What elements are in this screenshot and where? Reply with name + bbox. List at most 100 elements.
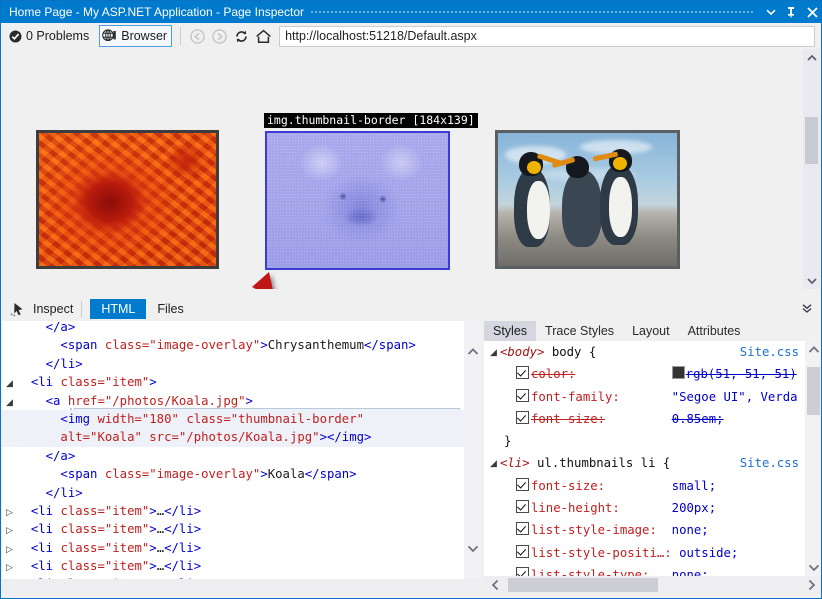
chevron-up-icon[interactable] [464, 343, 481, 360]
style-declaration[interactable]: font-size: small; [484, 475, 805, 497]
html-tree-pane[interactable]: </a> <span class="image-overlay">Chrysan… [2, 321, 464, 579]
style-declaration[interactable]: list-style-image: none; [484, 519, 805, 541]
html-source-line[interactable]: ▷ <li class="item">…</li> [2, 539, 464, 557]
declaration-value[interactable]: none; [672, 523, 709, 537]
html-source-line[interactable]: </a> [2, 447, 464, 465]
twisty-expanded-icon[interactable]: ◢ [490, 452, 500, 474]
chevron-up-icon[interactable] [805, 341, 822, 358]
declaration-checkbox[interactable] [516, 567, 529, 576]
declaration-value[interactable]: rgb(51, 51, 51) [686, 367, 797, 381]
tab-html[interactable]: HTML [90, 299, 146, 319]
pane-splitter[interactable] [2, 289, 822, 297]
tab-layout[interactable]: Layout [623, 321, 679, 341]
html-source-line[interactable]: ▷ <li class="item">…</li> [2, 557, 464, 575]
problems-button[interactable]: 0 Problems [5, 26, 93, 46]
scrollbar-thumb[interactable] [807, 367, 820, 415]
tab-attributes[interactable]: Attributes [679, 321, 750, 341]
declaration-value[interactable]: 0.85em; [672, 412, 724, 426]
declaration-checkbox[interactable] [516, 545, 529, 558]
style-declaration[interactable]: font-size: 0.85em; [484, 408, 805, 430]
style-rule-close: } [484, 430, 805, 452]
declaration-property: list-style-positi…: [531, 546, 672, 560]
html-source-line[interactable]: <span class="image-overlay">Chrysanthemu… [2, 336, 464, 354]
twisty-collapsed-icon[interactable]: ▷ [6, 503, 16, 521]
scrollbar-thumb[interactable] [805, 117, 818, 164]
html-source-line[interactable]: <img width="180" class="thumbnail-border… [2, 410, 464, 428]
declaration-value[interactable]: small; [672, 479, 716, 493]
html-source-line[interactable]: ◢ <a href="/photos/Koala.jpg"> [2, 392, 464, 410]
chevron-right-icon[interactable] [800, 576, 822, 594]
style-declaration[interactable]: font-family: "Segoe UI", Verda [484, 386, 805, 408]
browser-button[interactable]: Browser [99, 25, 172, 47]
chevron-up-icon[interactable] [803, 49, 820, 66]
refresh-icon[interactable] [231, 26, 251, 46]
declaration-value[interactable]: "Segoe UI", Verda [672, 390, 798, 404]
color-swatch[interactable] [672, 366, 685, 379]
address-bar-value: http://localhost:51218/Default.aspx [285, 29, 477, 43]
chevron-down-icon[interactable] [464, 540, 481, 557]
style-source-link[interactable]: Site.css [740, 341, 799, 363]
check-circle-icon [9, 30, 22, 43]
declaration-value[interactable]: none; [672, 568, 709, 576]
declaration-property: font-size: [531, 479, 605, 493]
twisty-collapsed-icon[interactable]: ▷ [6, 558, 16, 576]
chevron-down-icon[interactable] [803, 272, 820, 289]
declaration-value[interactable]: 200px; [672, 501, 716, 515]
scrollbar-thumb[interactable] [508, 578, 658, 592]
chevron-down-icon[interactable] [761, 1, 781, 23]
html-vertical-scrollbar[interactable] [464, 321, 481, 579]
html-source-line[interactable]: ▷ <li class="item">…</li> [2, 502, 464, 520]
chevron-down-icon[interactable] [805, 559, 822, 576]
style-declaration[interactable]: list-style-positi…: outside; [484, 542, 805, 564]
inspect-button[interactable]: Inspect [2, 302, 73, 317]
declaration-checkbox[interactable] [516, 411, 529, 424]
tab-files[interactable]: Files [146, 299, 194, 319]
tab-styles[interactable]: Styles [484, 321, 536, 341]
style-declaration[interactable]: line-height: 200px; [484, 497, 805, 519]
style-source-link[interactable]: Site.css [740, 452, 799, 474]
chrysanthemum-image [39, 133, 216, 266]
style-declaration[interactable]: color: rgb(51, 51, 51) [484, 363, 805, 385]
pin-icon[interactable] [781, 1, 801, 23]
address-bar[interactable]: http://localhost:51218/Default.aspx [279, 26, 815, 47]
chevron-left-icon[interactable] [484, 576, 506, 594]
twisty-collapsed-icon[interactable]: ▷ [6, 521, 16, 539]
styles-vertical-scrollbar[interactable] [805, 341, 822, 576]
chevron-double-down-icon[interactable] [800, 301, 814, 318]
close-icon[interactable] [801, 1, 822, 23]
html-source-line[interactable]: </a> [2, 321, 464, 336]
back-arrow-icon[interactable] [187, 26, 207, 46]
html-source-line[interactable]: </li> [2, 355, 464, 373]
declaration-value[interactable]: outside; [679, 546, 738, 560]
browser-preview-pane[interactable]: img.thumbnail-border [184x139] [2, 49, 805, 289]
html-source-line[interactable]: <span class="image-overlay">Koala</span> [2, 465, 464, 483]
style-rule-header[interactable]: ◢<body> body {Site.css [484, 341, 805, 363]
twisty-expanded-icon[interactable]: ◢ [6, 393, 16, 411]
twisty-expanded-icon[interactable]: ◢ [490, 341, 500, 363]
penguins-thumbnail[interactable] [495, 130, 680, 269]
html-source-line[interactable]: ◢ <li class="item"> [2, 373, 464, 391]
forward-arrow-icon[interactable] [209, 26, 229, 46]
style-rule-header[interactable]: ◢<li> ul.thumbnails li {Site.css [484, 452, 805, 474]
declaration-checkbox[interactable] [516, 478, 529, 491]
styles-horizontal-scrollbar[interactable] [484, 576, 822, 594]
html-source-line[interactable]: alt="Koala" src="/photos/Koala.jpg"></im… [2, 428, 464, 446]
twisty-collapsed-icon[interactable]: ▷ [6, 540, 16, 558]
declaration-checkbox[interactable] [516, 366, 529, 379]
styles-rules-pane[interactable]: ◢<body> body {Site.csscolor: rgb(51, 51,… [484, 341, 805, 576]
koala-thumbnail[interactable] [265, 131, 450, 270]
chrysanthemum-thumbnail[interactable] [36, 130, 219, 269]
declaration-checkbox[interactable] [516, 389, 529, 402]
home-icon[interactable] [253, 26, 273, 46]
declaration-checkbox[interactable] [516, 500, 529, 513]
style-declaration[interactable]: list-style-type: none; [484, 564, 805, 576]
declaration-checkbox[interactable] [516, 522, 529, 535]
title-bar: Home Page - My ASP.NET Application - Pag… [1, 1, 822, 23]
tab-trace-styles[interactable]: Trace Styles [536, 321, 623, 341]
html-source-line[interactable]: </li> [2, 484, 464, 502]
html-source-line[interactable]: ▷ <li class="item">…</li> [2, 520, 464, 538]
browser-vertical-scrollbar[interactable] [803, 49, 820, 289]
declaration-property: font-family: [531, 390, 620, 404]
twisty-expanded-icon[interactable]: ◢ [6, 374, 16, 392]
declaration-property: list-style-image: [531, 523, 657, 537]
